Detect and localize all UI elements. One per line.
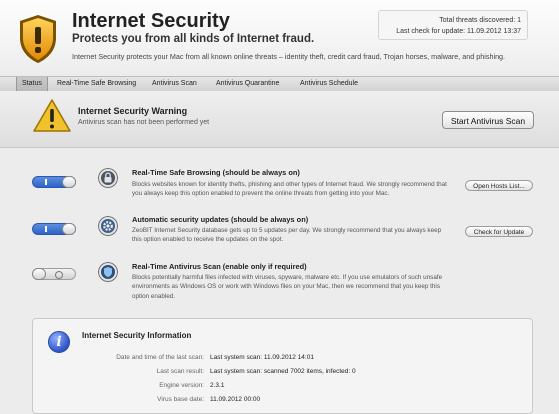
info-title: Internet Security Information <box>82 331 192 340</box>
antivirus-shield-icon <box>98 262 118 282</box>
info-label-last-scan-date: Date and time of the last scan: <box>116 354 204 361</box>
toggle-off-mark <box>55 271 63 279</box>
tab-antivirus-quarantine[interactable]: Antivirus Quarantine <box>211 77 284 91</box>
info-value-engine-version: 2.3.1 <box>210 382 225 389</box>
tab-antivirus-schedule[interactable]: Antivirus Schedule <box>295 77 363 91</box>
app-subtitle: Protects you from all kinds of Internet … <box>72 33 315 45</box>
feature-desc-realtime-antivirus: Blocks potentially harmful files infecte… <box>132 274 443 300</box>
toggle-knob <box>32 268 46 280</box>
lock-icon <box>98 168 118 188</box>
app-header: Internet Security Protects you from all … <box>0 0 559 74</box>
info-label-last-scan-result: Last scan result: <box>156 368 204 375</box>
warning-triangle-icon <box>33 99 71 132</box>
start-antivirus-scan-button[interactable]: Start Antivirus Scan <box>442 111 534 129</box>
threats-count: Total threats discovered: 1 <box>439 17 521 24</box>
feature-desc-safe-browsing: Blocks websites known for identity theft… <box>132 181 447 198</box>
tab-real-time-safe-browsing[interactable]: Real-Time Safe Browsing <box>52 77 141 91</box>
app-description: Internet Security protects your Mac from… <box>72 52 506 61</box>
feature-title-safe-browsing: Real-Time Safe Browsing (should be alway… <box>132 168 300 177</box>
auto-updates-toggle[interactable] <box>32 223 76 235</box>
feature-title-realtime-antivirus: Real-Time Antivirus Scan (enable only if… <box>132 262 307 271</box>
toggle-knob <box>62 223 76 235</box>
check-for-update-button[interactable]: Check for Update <box>465 226 533 237</box>
stats-box: Total threats discovered: 1 Last check f… <box>378 10 528 40</box>
tab-antivirus-scan[interactable]: Antivirus Scan <box>147 77 202 91</box>
info-value-last-scan-date: Last system scan: 11.09.2012 14:01 <box>210 354 314 361</box>
tab-status[interactable]: Status <box>16 77 48 91</box>
info-value-virus-base-date: 11.09.2012 00:00 <box>210 396 261 403</box>
warning-subtitle: Antivirus scan has not been performed ye… <box>78 119 210 126</box>
toggle-knob <box>62 176 76 188</box>
info-value-last-scan-result: Last system scan: scanned 7002 items, in… <box>210 368 356 375</box>
toggle-on-mark <box>45 179 47 185</box>
info-icon: i <box>48 331 70 353</box>
safe-browsing-toggle[interactable] <box>32 176 76 188</box>
open-hosts-list-button[interactable]: Open Hosts List... <box>465 180 533 191</box>
warning-title: Internet Security Warning <box>78 106 188 116</box>
last-update-check: Last check for update: 11.09.2012 13:37 <box>396 28 521 35</box>
toggle-on-mark <box>45 226 47 232</box>
info-label-engine-version: Engine version: <box>159 382 204 389</box>
update-gear-icon <box>98 216 118 236</box>
feature-desc-auto-updates: ZeoBIT Internet Security database gets u… <box>132 227 442 244</box>
info-label-virus-base-date: Virus base date: <box>157 396 204 403</box>
app-title: Internet Security <box>72 10 230 32</box>
shield-logo-icon <box>20 15 56 63</box>
realtime-antivirus-toggle[interactable] <box>32 268 76 280</box>
tab-bar: Status Real-Time Safe Browsing Antivirus… <box>0 76 559 92</box>
feature-title-auto-updates: Automatic security updates (should be al… <box>132 215 309 224</box>
